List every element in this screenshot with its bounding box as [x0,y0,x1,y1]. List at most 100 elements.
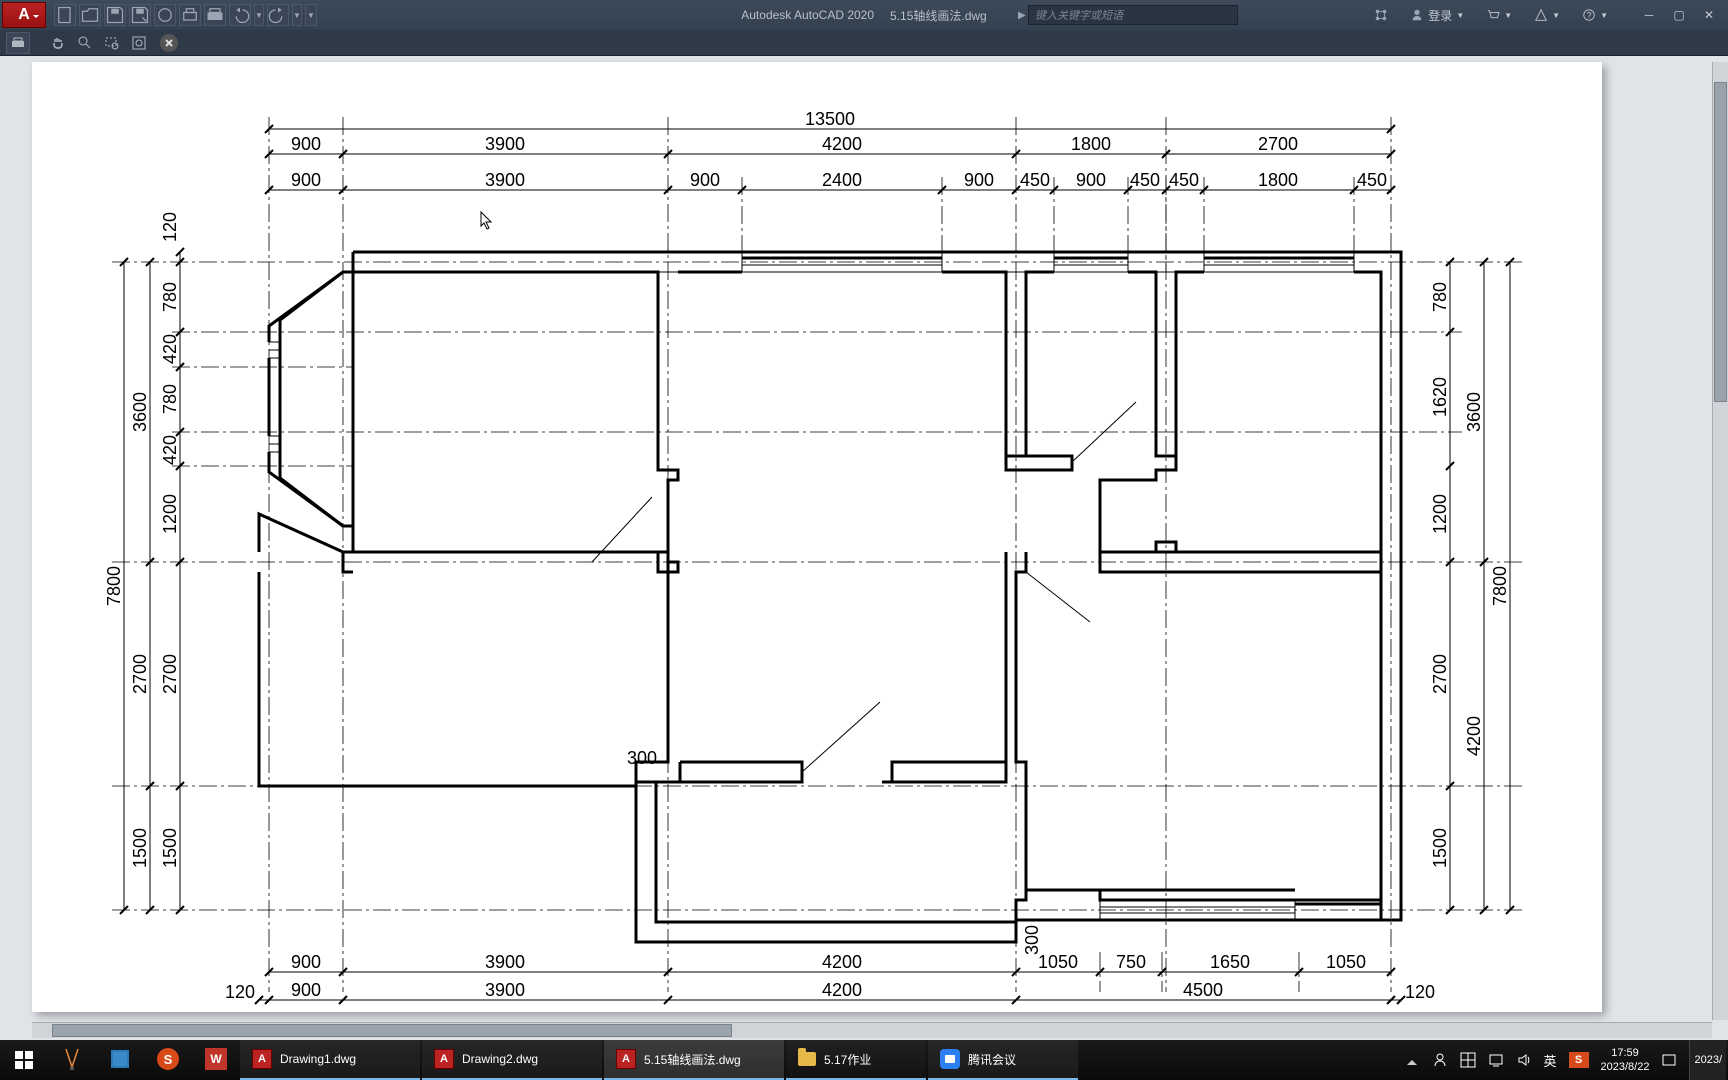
tray-webapp-icon[interactable] [1460,1052,1476,1068]
svg-text:120: 120 [160,212,180,242]
zoom-window-icon[interactable] [100,32,124,54]
pan-tool-icon[interactable] [46,32,70,54]
print-icon[interactable] [204,4,226,26]
notifications-icon[interactable] [1661,1052,1677,1068]
folder-icon [798,1052,816,1066]
floor-plan-drawing: 13500 900 3900 4200 1800 2700 900 3900 9… [32,62,1602,1012]
svg-text:900: 900 [964,170,994,190]
pinned-app-2-icon[interactable] [96,1040,144,1080]
svg-text:7800: 7800 [1490,566,1510,606]
share-icon[interactable] [1368,0,1394,30]
close-button[interactable]: ✕ [1694,4,1724,26]
pinned-app-3-icon[interactable]: S [144,1040,192,1080]
taskbar-task[interactable]: A 5.15轴线画法.dwg [604,1040,784,1080]
show-desktop[interactable]: 2023/ [1689,1040,1726,1080]
pinned-apps: S W [48,1040,240,1080]
scrollbar-thumb[interactable] [1714,82,1727,402]
zoom-extents-icon[interactable] [127,32,151,54]
svg-text:450: 450 [1020,170,1050,190]
redo-icon[interactable] [267,4,289,26]
svg-text:450: 450 [1130,170,1160,190]
viewer-toolbar [0,30,1728,56]
cart-icon[interactable]: ▼ [1480,0,1518,30]
tray-overflow-icon[interactable] [1404,1052,1420,1068]
task-label: 5.17作业 [824,1051,871,1068]
svg-text:4500: 4500 [1183,980,1223,1000]
maximize-button[interactable]: ▢ [1664,4,1694,26]
pinned-app-1-icon[interactable] [48,1040,96,1080]
help-icon[interactable]: ?▼ [1576,0,1614,30]
app-menu-button[interactable]: A [2,2,46,28]
svg-text:?: ? [1587,11,1592,21]
taskbar-task[interactable]: A Drawing2.dwg [422,1040,602,1080]
svg-text:1620: 1620 [1430,377,1450,417]
svg-text:2700: 2700 [160,654,180,694]
clock-date: 2023/8/22 [1601,1060,1650,1074]
new-icon[interactable] [54,4,76,26]
svg-text:900: 900 [291,980,321,1000]
svg-text:300: 300 [1022,925,1042,955]
svg-text:450: 450 [1357,170,1387,190]
search-expand-icon[interactable]: ▶ [1018,10,1026,21]
svg-text:750: 750 [1116,952,1146,972]
ime-language[interactable]: 英 [1544,1051,1557,1070]
svg-text:1050: 1050 [1326,952,1366,972]
qat-dropdown-icon[interactable]: ▼ [305,4,317,26]
undo-dropdown-icon[interactable]: ▼ [254,4,264,26]
minimize-button[interactable]: ─ [1634,4,1664,26]
autocad-icon: A [616,1049,636,1069]
login-button[interactable]: 登录 ▼ [1404,0,1470,30]
search-input[interactable]: 键入关键字或短语 [1028,5,1238,25]
drawing-canvas[interactable]: 13500 900 3900 4200 1800 2700 900 3900 9… [0,56,1728,1040]
svg-text:4200: 4200 [822,952,862,972]
taskbar-task[interactable]: A Drawing1.dwg [240,1040,420,1080]
horizontal-scrollbar[interactable] [32,1022,1712,1038]
system-tray: 英 S 17:59 2023/8/22 2023/ [1402,1040,1728,1080]
title-center: Autodesk AutoCAD 2020 5.15轴线画法.dwg [741,7,986,24]
svg-text:3900: 3900 [485,952,525,972]
app-root: A ▼ ▼ ▼ Autodesk AutoCAD 2020 5.15轴线画法.d… [0,0,1728,1080]
windows [269,252,1354,920]
windows-taskbar: S W A Drawing1.dwg A Drawing2.dwg A 5.15… [0,1040,1728,1080]
plot-icon[interactable] [179,4,201,26]
svg-text:900: 900 [291,952,321,972]
axis-lines [112,117,1522,992]
open-icon[interactable] [79,4,101,26]
svg-text:1650: 1650 [1210,952,1250,972]
vertical-scrollbar[interactable] [1712,62,1728,1020]
app-store-icon[interactable]: ▼ [1528,0,1566,30]
svg-text:2700: 2700 [1258,134,1298,154]
scrollbar-thumb[interactable] [52,1024,732,1037]
task-label: 腾讯会议 [968,1051,1016,1068]
people-icon[interactable] [1432,1052,1448,1068]
web-icon[interactable] [154,4,176,26]
zoom-tool-icon[interactable] [73,32,97,54]
print-tool-icon[interactable] [6,32,30,54]
title-bar: A ▼ ▼ ▼ Autodesk AutoCAD 2020 5.15轴线画法.d… [0,0,1728,30]
taskbar-task[interactable]: 腾讯会议 [928,1040,1078,1080]
task-label: Drawing1.dwg [280,1052,356,1066]
svg-text:4200: 4200 [1464,716,1484,756]
clock[interactable]: 17:59 2023/8/22 [1601,1046,1650,1075]
svg-text:900: 900 [291,170,321,190]
saveas-icon[interactable] [129,4,151,26]
save-icon[interactable] [104,4,126,26]
mouse-cursor-icon [480,211,494,231]
network-icon[interactable] [1488,1052,1504,1068]
start-button[interactable] [0,1040,48,1080]
svg-text:4200: 4200 [822,980,862,1000]
taskbar-task[interactable]: 5.17作业 [786,1040,926,1080]
close-preview-button[interactable] [160,34,178,52]
svg-text:7800: 7800 [104,566,124,606]
pinned-app-4-icon[interactable]: W [192,1040,240,1080]
ime-sogou-icon[interactable]: S [1569,1052,1589,1068]
volume-icon[interactable] [1516,1052,1532,1068]
login-label: 登录 [1428,7,1452,24]
svg-text:3900: 3900 [485,980,525,1000]
redo-dropdown-icon[interactable]: ▼ [292,4,302,26]
undo-icon[interactable] [229,4,251,26]
autocad-icon: A [252,1049,272,1069]
svg-text:3600: 3600 [1464,392,1484,432]
wall-hatching [343,252,1401,272]
svg-text:3900: 3900 [485,170,525,190]
